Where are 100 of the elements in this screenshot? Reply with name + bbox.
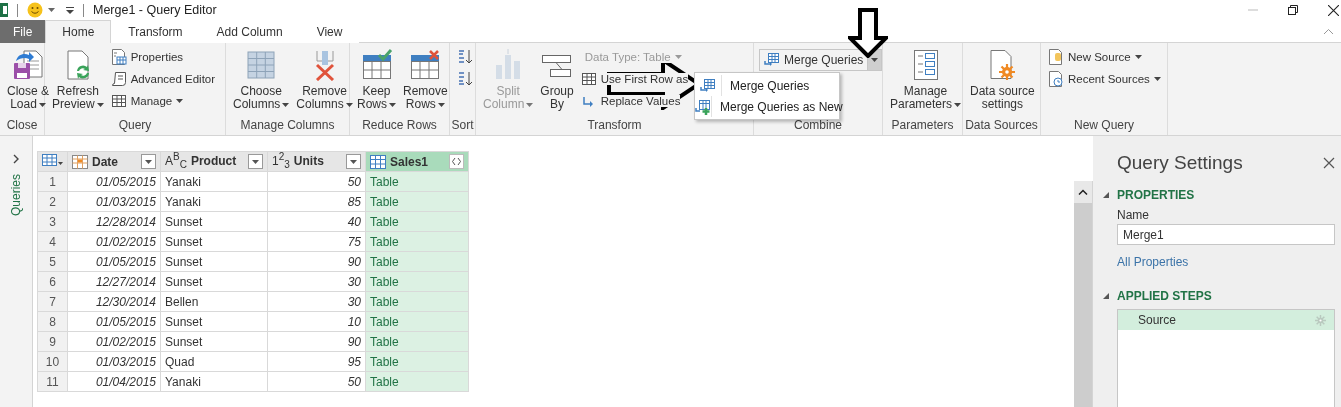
row-number: 1 — [37, 171, 68, 192]
group-label: Transform — [586, 117, 643, 134]
smiley-icon[interactable] — [27, 2, 43, 18]
collapse-ribbon-icon[interactable] — [1324, 28, 1333, 34]
table-cell: 40 — [267, 211, 366, 232]
close-icon[interactable] — [1323, 157, 1335, 169]
pane-label[interactable]: Queries — [9, 174, 23, 217]
filter-dropdown-icon[interactable] — [346, 154, 361, 169]
table-cell: Quad — [160, 351, 268, 372]
table-cell: Bellen — [160, 291, 268, 312]
ribbon-button[interactable]: New Source — [1046, 47, 1163, 67]
ribbon-button[interactable]: Recent Sources — [1046, 69, 1163, 89]
customize-icon[interactable] — [66, 6, 74, 14]
table-cell: 30 — [267, 291, 366, 312]
row-number: 9 — [37, 331, 68, 352]
table-cell: 01/03/2015 — [67, 351, 161, 372]
table-cell: 75 — [267, 231, 366, 252]
group-label: Combine — [793, 117, 843, 134]
section-heading: APPLIED STEPS — [1117, 289, 1212, 303]
table-check-icon — [360, 49, 393, 81]
group-label: Reduce Rows — [361, 117, 438, 134]
all-properties-link[interactable]: All Properties — [1117, 255, 1335, 269]
ribbon-button[interactable]: Refresh Preview — [50, 47, 106, 113]
column-header[interactable]: 1$^{2}$$_{3}$ Units — [267, 151, 366, 172]
table-cell: 90 — [267, 251, 366, 272]
row-number: 11 — [37, 371, 68, 392]
field-label: Name — [1117, 208, 1150, 222]
group-label: Parameters — [890, 117, 955, 134]
table-cell: Sunset — [160, 251, 268, 272]
ribbon-button[interactable]: Close & Load — [5, 47, 52, 113]
table-x-icon — [409, 49, 442, 81]
close-icon[interactable] — [1328, 4, 1339, 16]
name-field[interactable]: Merge1 — [1117, 224, 1335, 245]
table-cell: 01/04/2015 — [67, 371, 161, 392]
table-cell: 50 — [267, 371, 366, 392]
row-number: 5 — [37, 251, 68, 272]
table-icon — [580, 71, 597, 87]
caret-icon[interactable] — [48, 8, 55, 12]
table-cell: 90 — [267, 331, 366, 352]
ribbon-button[interactable]: Replace Values — [578, 91, 691, 111]
row-number: 7 — [37, 291, 68, 312]
ribbon-button[interactable]: Manage — [108, 91, 218, 111]
pane-title: Query Settings — [1117, 152, 1243, 174]
table-cell: 01/05/2015 — [67, 251, 161, 272]
scroll-up-icon[interactable] — [1078, 189, 1088, 195]
row-number: 6 — [37, 271, 68, 292]
merge-icon — [764, 52, 780, 68]
ribbon-button[interactable]: Manage Parameters — [888, 47, 964, 113]
ribbon-tab[interactable]: Home — [45, 20, 112, 43]
group-label: Manage Columns — [239, 117, 336, 134]
filter-dropdown-icon[interactable] — [248, 154, 263, 169]
group-label: New Query — [1073, 117, 1135, 134]
table-cell: 01/02/2015 — [67, 231, 161, 252]
scroll-icon — [110, 71, 127, 87]
row-number: 3 — [37, 211, 68, 232]
table-cell: Sunset — [160, 211, 268, 232]
column-name: Product — [190, 154, 238, 169]
grid-icon — [245, 49, 278, 81]
ribbon-button[interactable]: Remove Columns — [294, 47, 355, 113]
properties-icon — [110, 49, 127, 65]
ribbon-button[interactable]: Data source settings — [968, 47, 1037, 113]
table-cell: Yanaki — [160, 371, 268, 392]
collapse-icon[interactable] — [1103, 192, 1109, 198]
ribbon-button[interactable]: Group By — [538, 47, 576, 113]
expand-icon[interactable] — [449, 154, 464, 169]
table-cell: 01/05/2015 — [67, 171, 161, 192]
step-item[interactable]: Source — [1118, 310, 1334, 330]
group-label: Close — [5, 117, 39, 134]
row-number: 10 — [37, 351, 68, 372]
table-cell: 12/30/2014 — [67, 291, 161, 312]
ribbon-button[interactable]: Use First Row as — [578, 69, 691, 89]
table-cell: Sunset — [160, 231, 268, 252]
chevron-right-icon[interactable] — [13, 154, 19, 164]
column-header[interactable]: Sales1 — [365, 151, 469, 172]
restore-button[interactable] — [1288, 5, 1298, 15]
row-number: 4 — [37, 231, 68, 252]
group-label: Query — [117, 117, 153, 134]
table-cell: 95 — [267, 351, 366, 372]
table-cell: Sunset — [160, 311, 268, 332]
table-cell: Sunset — [160, 271, 268, 292]
ribbon-button[interactable]: Keep Rows — [355, 47, 398, 113]
ribbon-button[interactable]: Advanced Editor — [108, 69, 218, 89]
ribbon-button[interactable]: Choose Columns — [231, 47, 292, 113]
collapse-icon[interactable] — [1103, 293, 1109, 299]
table-cell: 01/03/2015 — [67, 191, 161, 212]
table-cell: 12/27/2014 — [67, 271, 161, 292]
filter-dropdown-icon[interactable] — [141, 154, 156, 169]
column-header[interactable]: A$^{B}$$_{C}$ Product — [160, 151, 268, 172]
document-clock-icon — [1048, 71, 1064, 87]
ribbon-tab[interactable]: File — [0, 20, 46, 43]
column-name: Units — [293, 154, 325, 169]
sort-descending-icon — [457, 71, 473, 87]
calendar-icon — [72, 154, 88, 169]
ribbon-button[interactable]: Properties — [108, 47, 218, 67]
menu-item[interactable]: Merge Queries — [695, 75, 839, 96]
table-menu-icon[interactable] — [41, 154, 64, 166]
ribbon-button[interactable]: Remove Rows — [401, 47, 450, 113]
floppy-disk-icon — [12, 49, 44, 81]
column-header[interactable]: Date — [67, 151, 161, 172]
table-cell: 30 — [267, 271, 366, 292]
